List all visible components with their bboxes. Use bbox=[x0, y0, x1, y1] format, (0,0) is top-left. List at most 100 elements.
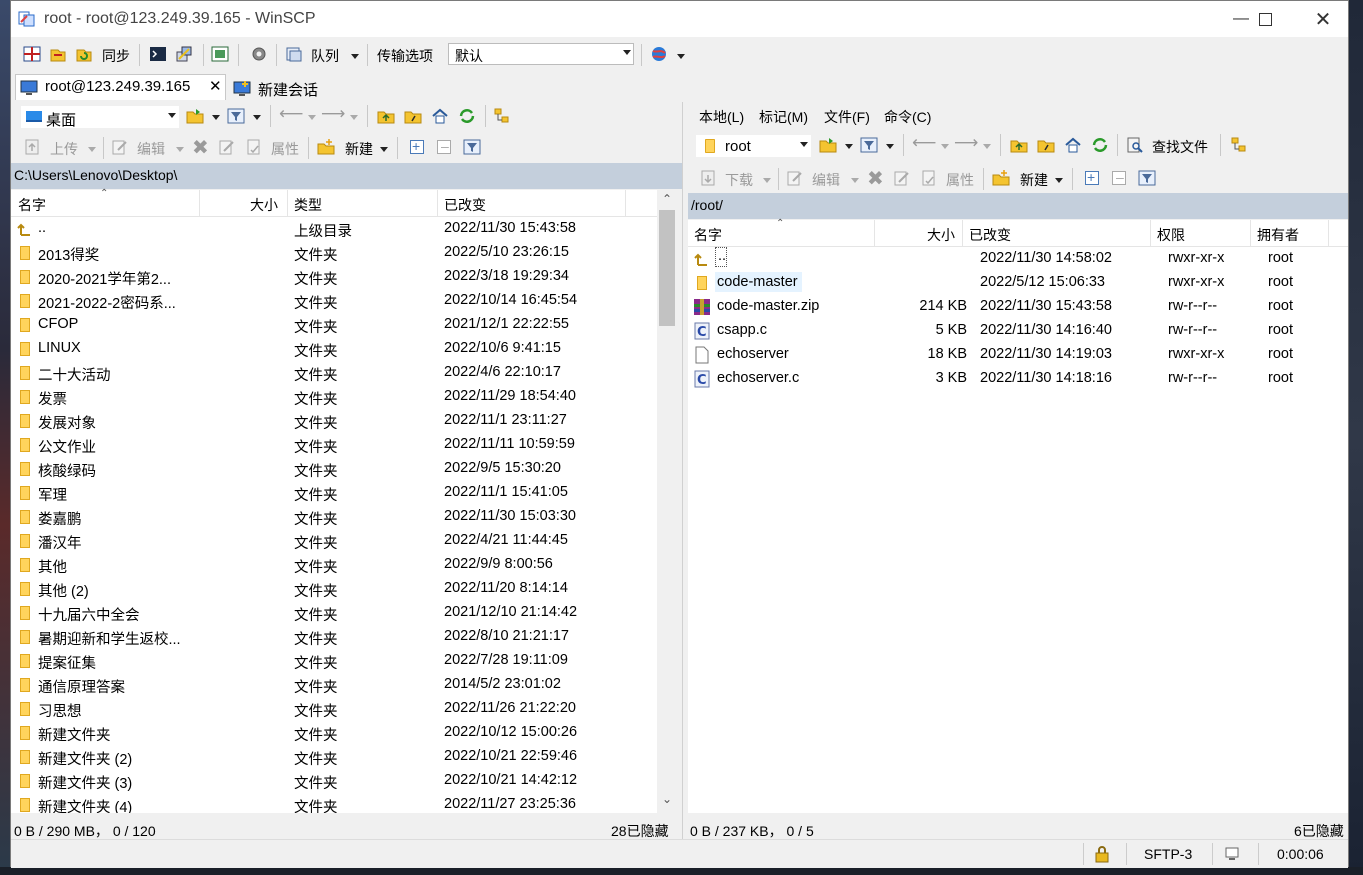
maximize-button[interactable] bbox=[1242, 1, 1288, 37]
putty-icon[interactable] bbox=[175, 45, 193, 63]
menu-mark[interactable]: 标记(M) bbox=[759, 107, 808, 127]
filter-select-icon[interactable] bbox=[463, 138, 481, 156]
download-dropdown-icon[interactable] bbox=[763, 178, 771, 183]
table-row[interactable]: 新建文件夹 (2) 文件夹 2022/10/21 22:59:46 bbox=[11, 745, 657, 769]
column-divider[interactable] bbox=[625, 190, 626, 216]
filter-select-icon[interactable] bbox=[1138, 169, 1156, 187]
new-folder-icon[interactable] bbox=[317, 138, 335, 156]
column-divider[interactable] bbox=[199, 190, 200, 216]
forward-dropdown-icon[interactable] bbox=[983, 144, 991, 149]
column-divider[interactable] bbox=[874, 220, 875, 246]
table-row[interactable]: 新建文件夹 文件夹 2022/10/12 15:00:26 bbox=[11, 721, 657, 745]
edit-dropdown-icon[interactable] bbox=[176, 147, 184, 152]
table-row[interactable]: Cechoserver.c 3 KB 2022/11/30 14:18:16 rw-r… bbox=[688, 367, 1348, 391]
new-dropdown-icon[interactable] bbox=[380, 147, 388, 152]
sessions-icon[interactable] bbox=[211, 45, 229, 63]
open-folder-icon[interactable] bbox=[186, 107, 204, 125]
parent-directory-icon[interactable] bbox=[1010, 136, 1028, 154]
upload-dropdown-icon[interactable] bbox=[88, 147, 96, 152]
edit-dropdown-icon[interactable] bbox=[851, 178, 859, 183]
table-row[interactable]: 新建文件夹 (4) 文件夹 2022/11/27 23:25:36 bbox=[11, 793, 657, 813]
back-dropdown-icon[interactable] bbox=[941, 144, 949, 149]
filter-dropdown-icon[interactable] bbox=[886, 144, 894, 149]
filter-icon[interactable] bbox=[860, 136, 878, 154]
left-path-bar[interactable]: C:\Users\Lenovo\Desktop\ bbox=[11, 163, 682, 189]
edit-label[interactable]: 编辑 bbox=[812, 170, 840, 190]
table-row[interactable]: Ccsapp.c 5 KB 2022/11/30 14:16:40 rw-r--r--… bbox=[688, 319, 1348, 343]
new-session-tab[interactable]: 新建会话 bbox=[227, 76, 327, 100]
filter-dropdown-icon[interactable] bbox=[253, 115, 261, 120]
left-col-name[interactable]: 名字 bbox=[18, 195, 46, 215]
new-label[interactable]: 新建 bbox=[345, 139, 373, 159]
synchronize-icon[interactable] bbox=[75, 45, 93, 63]
right-col-name[interactable]: 名字 bbox=[694, 225, 722, 245]
menu-command[interactable]: 命令(C) bbox=[884, 107, 931, 127]
delete-icon[interactable]: ✖ bbox=[192, 135, 209, 160]
table-row[interactable]: 提案征集 文件夹 2022/7/28 19:11:09 bbox=[11, 649, 657, 673]
compare-directories-icon[interactable] bbox=[23, 45, 41, 63]
column-divider[interactable] bbox=[1150, 220, 1151, 246]
upload-icon[interactable] bbox=[23, 138, 41, 156]
transfer-settings-select[interactable]: 默认 bbox=[448, 43, 634, 65]
lock-icon[interactable] bbox=[1093, 845, 1111, 863]
close-window-button[interactable]: ✕ bbox=[1300, 1, 1346, 37]
right-path-bar[interactable]: /root/ bbox=[688, 193, 1348, 219]
table-row[interactable]: 其他 文件夹 2022/9/9 8:00:56 bbox=[11, 553, 657, 577]
edit-label[interactable]: 编辑 bbox=[137, 139, 165, 159]
rename-icon[interactable] bbox=[218, 138, 236, 156]
table-row[interactable]: CFOP 文件夹 2021/12/1 22:22:55 bbox=[11, 313, 657, 337]
find-files-icon[interactable] bbox=[1126, 136, 1144, 154]
refresh-icon[interactable] bbox=[1091, 136, 1109, 154]
terminal-icon[interactable] bbox=[149, 45, 167, 63]
forward-dropdown-icon[interactable] bbox=[350, 115, 358, 120]
reconnect-dropdown-icon[interactable] bbox=[677, 54, 685, 59]
column-divider[interactable] bbox=[437, 190, 438, 216]
table-row[interactable]: 新建文件夹 (3) 文件夹 2022/10/21 14:42:12 bbox=[11, 769, 657, 793]
open-folder-dropdown-icon[interactable] bbox=[845, 144, 853, 149]
forward-arrow-icon[interactable]: ⟶ bbox=[321, 104, 345, 124]
table-row[interactable]: code-master 2022/5/12 15:06:33 rwxr-xr-x ro… bbox=[688, 271, 1348, 295]
close-tab-icon[interactable]: ✕ bbox=[209, 77, 222, 95]
tree-view-icon[interactable] bbox=[493, 107, 511, 125]
table-row[interactable]: 暑期迎新和学生返校... 文件夹 2022/8/10 21:21:17 bbox=[11, 625, 657, 649]
select-plus-icon[interactable]: + bbox=[1085, 169, 1099, 185]
right-col-size[interactable]: 大小 bbox=[927, 225, 955, 245]
table-row[interactable]: 军理 文件夹 2022/11/1 15:41:05 bbox=[11, 481, 657, 505]
filter-icon[interactable] bbox=[227, 107, 245, 125]
network-monitor-icon[interactable] bbox=[1224, 845, 1242, 863]
queue-label[interactable]: 队列 bbox=[311, 46, 339, 66]
download-label[interactable]: 下载 bbox=[725, 170, 753, 190]
left-scrollbar[interactable]: ⌃ ⌄ bbox=[657, 190, 677, 813]
column-divider[interactable] bbox=[962, 220, 963, 246]
session-tab-active[interactable]: root@123.249.39.165 ✕ bbox=[15, 74, 226, 100]
delete-icon[interactable]: ✖ bbox=[867, 166, 884, 191]
table-row[interactable]: 公文作业 文件夹 2022/11/11 10:59:59 bbox=[11, 433, 657, 457]
right-col-rights[interactable]: 权限 bbox=[1157, 225, 1185, 245]
right-dir-select[interactable]: root bbox=[696, 135, 811, 157]
open-folder-dropdown-icon[interactable] bbox=[212, 115, 220, 120]
refresh-icon[interactable] bbox=[458, 107, 476, 125]
left-col-size[interactable]: 大小 bbox=[250, 195, 278, 215]
download-icon[interactable] bbox=[699, 169, 717, 187]
table-row[interactable]: 发展对象 文件夹 2022/11/1 23:11:27 bbox=[11, 409, 657, 433]
column-divider[interactable] bbox=[1328, 220, 1329, 246]
home-icon[interactable] bbox=[1064, 136, 1082, 154]
table-row[interactable]: 发票 文件夹 2022/11/29 18:54:40 bbox=[11, 385, 657, 409]
table-row[interactable]: .. 2022/11/30 14:58:02 rwxr-xr-x root bbox=[688, 247, 1348, 271]
table-row[interactable]: 2021-2022-2密码系... 文件夹 2022/10/14 16:45:54 bbox=[11, 289, 657, 313]
root-directory-icon[interactable] bbox=[404, 107, 422, 125]
table-row[interactable]: 二十大活动 文件夹 2022/4/6 22:10:17 bbox=[11, 361, 657, 385]
table-row[interactable]: 习思想 文件夹 2022/11/26 21:22:20 bbox=[11, 697, 657, 721]
table-row[interactable]: .. 上级目录 2022/11/30 15:43:58 bbox=[11, 217, 657, 241]
right-col-owner[interactable]: 拥有者 bbox=[1257, 225, 1299, 245]
new-dropdown-icon[interactable] bbox=[1055, 178, 1063, 183]
root-directory-icon[interactable] bbox=[1037, 136, 1055, 154]
edit-icon[interactable] bbox=[786, 169, 804, 187]
column-divider[interactable] bbox=[1250, 220, 1251, 246]
left-col-type[interactable]: 类型 bbox=[294, 195, 322, 215]
tree-view-icon[interactable] bbox=[1230, 136, 1248, 154]
table-row[interactable]: LINUX 文件夹 2022/10/6 9:41:15 bbox=[11, 337, 657, 361]
queue-dropdown-icon[interactable] bbox=[351, 54, 359, 59]
back-arrow-icon[interactable]: ⟵ bbox=[912, 133, 936, 153]
scroll-down-icon[interactable]: ⌄ bbox=[662, 792, 672, 806]
